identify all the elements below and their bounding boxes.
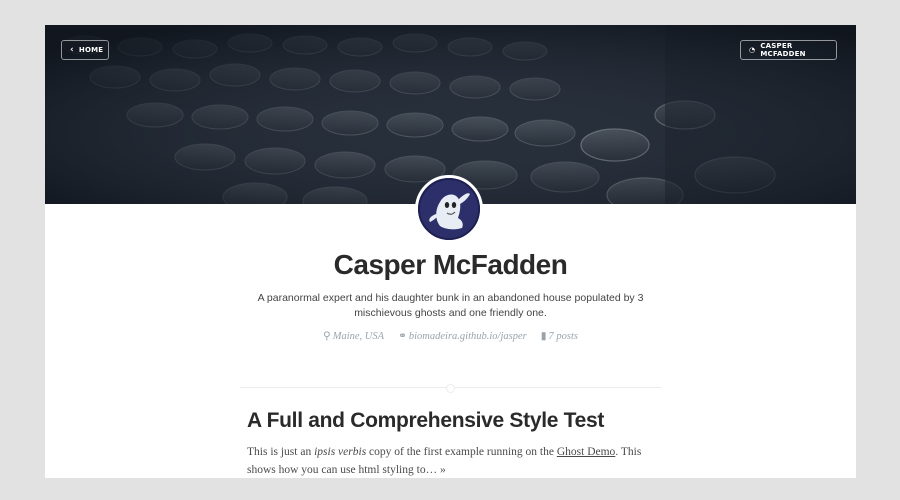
excerpt-emphasis: ipsis verbis — [314, 446, 367, 458]
map-marker-icon: ⚲ — [323, 331, 331, 342]
author-post-count: ▮ 7 posts — [541, 330, 578, 342]
post-excerpt: This is just an ipsis verbis copy of the… — [247, 443, 657, 478]
author-location-label: Maine, USA — [332, 331, 385, 342]
bar-chart-icon: ▮ — [540, 331, 547, 342]
author-location: ⚲ Maine, USA — [323, 330, 384, 342]
excerpt-text-2: copy of the first example running on the — [366, 446, 557, 458]
subscribe-label: CASPER MCFADDEN — [760, 42, 806, 58]
divider-dot — [446, 384, 455, 393]
excerpt-text-1: This is just an — [247, 446, 315, 458]
home-label: HOME — [78, 46, 104, 54]
author-post-count-label: 7 posts — [548, 331, 578, 342]
author-meta: ⚲ Maine, USA ⚭ biomadeira.github.io/jasper… — [45, 330, 856, 342]
ghost-demo-link[interactable]: Ghost Demo — [557, 446, 615, 458]
avatar[interactable] — [415, 175, 483, 243]
post-title-link[interactable]: A Full and Comprehensive Style Test — [247, 409, 604, 433]
author-website-link[interactable]: ⚭ biomadeira.github.io/jasper — [398, 330, 527, 342]
ghost-avatar-image — [418, 178, 480, 240]
chevron-left-icon: ‹ — [70, 44, 74, 55]
link-icon: ⚭ — [398, 331, 407, 342]
home-button[interactable]: ‹ HOME — [61, 40, 109, 60]
author-bio: A paranormal expert and his daughter bun… — [257, 292, 644, 319]
rss-icon: ◔ — [749, 46, 756, 54]
author-subscribe-button[interactable]: ◔ CASPER MCFADDEN — [740, 40, 837, 60]
page: ‹ HOME ◔ CASPER MCFADDEN Casper McFadden… — [45, 25, 856, 478]
author-name: Casper McFadden — [333, 249, 568, 280]
author-website-label: biomadeira.github.io/jasper — [408, 331, 527, 342]
